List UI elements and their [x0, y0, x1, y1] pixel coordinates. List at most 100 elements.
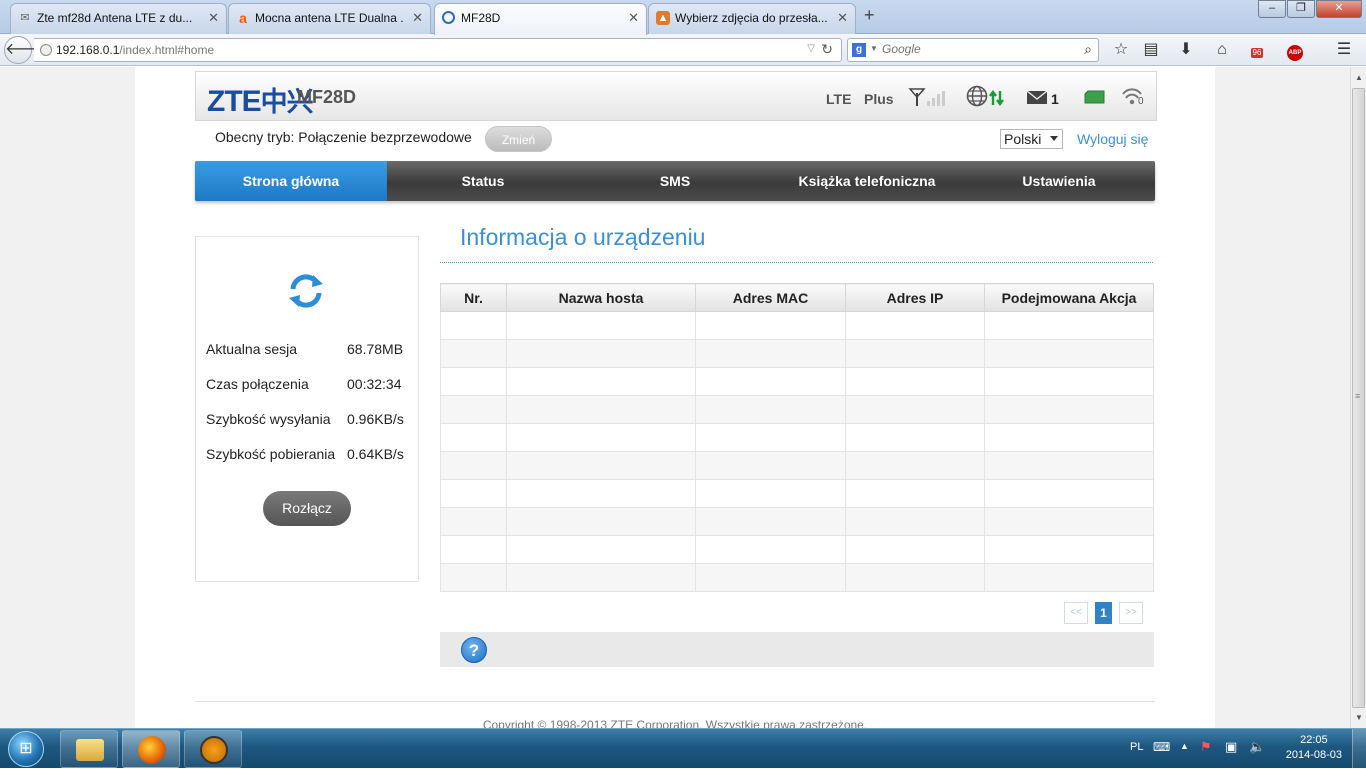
- current-page-button[interactable]: 1: [1095, 602, 1112, 624]
- table-cell: [506, 367, 696, 396]
- download-speed-value: 0.64KB/s: [347, 446, 404, 462]
- brand-name: ZTE: [207, 85, 262, 118]
- adblock-label: ABP: [1287, 45, 1303, 61]
- table-cell: [984, 535, 1154, 564]
- nav-status[interactable]: Status: [387, 161, 579, 201]
- col-hostname: Nazwa hosta: [506, 283, 696, 312]
- tab-title: MF28D: [461, 11, 501, 25]
- close-tab-icon[interactable]: ✕: [628, 4, 639, 32]
- engine-dropdown-icon[interactable]: ▼: [870, 44, 878, 53]
- downloads-icon[interactable]: ⬇: [1175, 40, 1197, 60]
- table-cell: [506, 507, 696, 536]
- minimize-button[interactable]: –: [1258, 0, 1286, 18]
- device-info-title: Informacja o urządzeniu: [460, 224, 706, 250]
- menu-hamburger-icon[interactable]: ☰: [1333, 40, 1355, 60]
- close-tab-icon[interactable]: ✕: [837, 4, 848, 32]
- table-cell: [695, 479, 846, 508]
- copyright-text: Copyright © 1998-2013 ZTE Corporation. W…: [482, 718, 868, 728]
- maximize-button[interactable]: ❐: [1287, 0, 1315, 18]
- new-tab-button[interactable]: +: [864, 5, 875, 26]
- table-cell: [440, 311, 507, 340]
- taskbar-avast[interactable]: [184, 730, 242, 768]
- bookmarks-menu-icon[interactable]: ▤: [1140, 40, 1162, 60]
- table-row: [440, 535, 1154, 564]
- wifi-client-count: 0: [1138, 96, 1144, 107]
- taskbar-explorer[interactable]: [60, 730, 118, 768]
- addon-counter-icon[interactable]: 96: [1246, 40, 1268, 60]
- chevron-down-icon: [1050, 136, 1058, 141]
- keyboard-icon[interactable]: ⌨: [1153, 740, 1170, 754]
- search-bar[interactable]: g ▼ ⌕: [847, 38, 1099, 62]
- site-identity-icon[interactable]: [40, 44, 52, 56]
- google-engine-icon[interactable]: g: [852, 43, 866, 57]
- table-cell: [695, 311, 846, 340]
- nav-sms[interactable]: SMS: [579, 161, 771, 201]
- close-tab-icon[interactable]: ✕: [412, 4, 423, 32]
- browser-tab-3-active[interactable]: MF28D ✕: [434, 3, 647, 35]
- table-cell: [440, 423, 507, 452]
- table-row: [440, 395, 1154, 424]
- clock-time: 22:05: [1300, 734, 1328, 746]
- scroll-down-icon[interactable]: ▼: [1353, 713, 1365, 722]
- input-language[interactable]: PL: [1130, 741, 1143, 753]
- action-center-icon[interactable]: ⚑: [1200, 739, 1212, 755]
- disconnect-button[interactable]: Rozłącz: [263, 491, 351, 526]
- refresh-icon[interactable]: [286, 271, 326, 311]
- nav-home[interactable]: Strona główna: [195, 161, 387, 201]
- search-input[interactable]: [882, 42, 1072, 56]
- language-select[interactable]: Polski: [1000, 129, 1063, 149]
- table-cell: [440, 395, 507, 424]
- change-mode-button[interactable]: Zmień: [485, 126, 552, 152]
- globe-favicon-icon: [442, 11, 455, 24]
- search-icon[interactable]: ⌕: [1084, 41, 1092, 58]
- browser-tab-1[interactable]: ✉ Zte mf28d Antena LTE z du... ✕: [10, 3, 227, 34]
- browser-tab-4[interactable]: ▲ Wybierz zdjęcia do przesła... ✕: [648, 3, 856, 34]
- url-path: /index.html#home: [119, 43, 215, 57]
- table-cell: [695, 563, 846, 592]
- table-cell: [845, 339, 985, 368]
- home-icon[interactable]: ⌂: [1211, 40, 1233, 60]
- table-cell: [695, 395, 846, 424]
- connection-time-value: 00:32:34: [347, 376, 402, 392]
- table-cell: [984, 395, 1154, 424]
- table-cell: [984, 451, 1154, 480]
- table-cell: [440, 535, 507, 564]
- adblock-icon[interactable]: ABP: [1284, 40, 1306, 61]
- show-desktop-button[interactable]: [1352, 729, 1366, 769]
- clock[interactable]: 22:05 2014-08-03: [1286, 733, 1342, 763]
- nav-settings[interactable]: Ustawienia: [963, 161, 1155, 201]
- logout-link[interactable]: Wyloguj się: [1077, 131, 1148, 147]
- back-button[interactable]: 🡐: [4, 36, 48, 64]
- start-button[interactable]: ⊞: [3, 729, 47, 769]
- vertical-scrollbar[interactable]: ▲ ≡ ▼: [1350, 67, 1366, 728]
- avast-icon: [200, 736, 228, 764]
- browser-tab-2[interactable]: a Mocna antena LTE Dualna ... ✕: [228, 3, 431, 34]
- col-number: Nr.: [440, 283, 507, 312]
- table-cell: [440, 451, 507, 480]
- taskbar-firefox[interactable]: [122, 730, 180, 768]
- table-row: [440, 311, 1154, 340]
- reload-icon[interactable]: ↻: [821, 41, 833, 58]
- help-icon[interactable]: ?: [461, 637, 487, 663]
- table-cell: [506, 339, 696, 368]
- url-bar[interactable]: 192.168.0.1/index.html#home ▽ ↻: [34, 38, 842, 62]
- network-icon[interactable]: ▣: [1225, 739, 1237, 755]
- window-controls: – ❐ ✕: [1258, 0, 1362, 18]
- language-value: Polski: [1004, 131, 1042, 147]
- bookmark-star-icon[interactable]: ☆: [1110, 40, 1132, 60]
- nav-phonebook[interactable]: Książka telefoniczna: [771, 161, 963, 201]
- pagination: << 1 >>: [1064, 602, 1143, 624]
- col-ip: Adres IP: [845, 283, 985, 312]
- scroll-up-icon[interactable]: ▲: [1353, 73, 1365, 82]
- show-hidden-icons-icon[interactable]: ▲: [1180, 741, 1189, 751]
- close-tab-icon[interactable]: ✕: [208, 4, 219, 32]
- prev-page-button[interactable]: <<: [1064, 602, 1088, 624]
- close-window-button[interactable]: ✕: [1316, 0, 1362, 18]
- history-dropdown-icon[interactable]: ▽: [807, 43, 815, 54]
- table-cell: [845, 423, 985, 452]
- next-page-button[interactable]: >>: [1119, 602, 1143, 624]
- signal-strength-icon: [908, 88, 945, 106]
- sms-envelope-icon[interactable]: [1026, 90, 1048, 106]
- volume-icon[interactable]: 🔈: [1249, 739, 1265, 755]
- table-cell: [440, 339, 507, 368]
